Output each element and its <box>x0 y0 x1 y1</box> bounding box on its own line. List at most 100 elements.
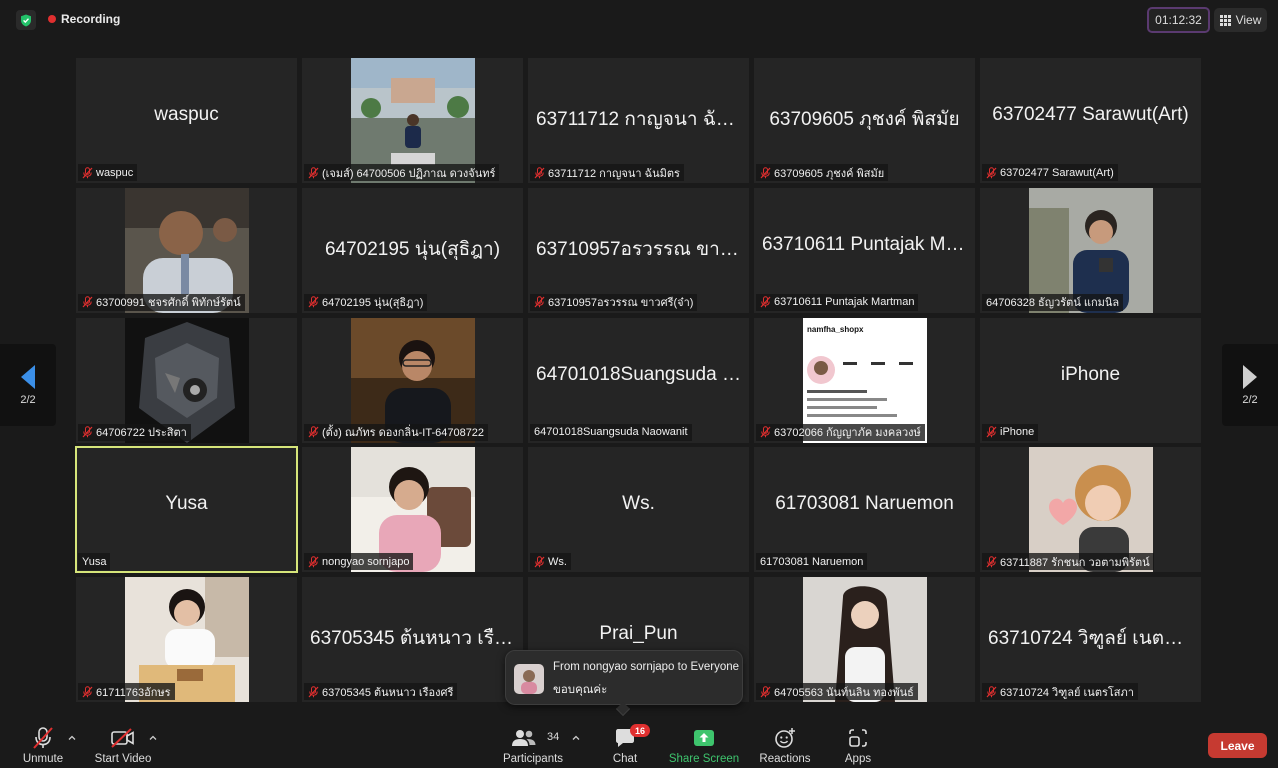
participant-name: iPhone <box>1000 426 1035 438</box>
participant-tile[interactable]: 61703081 Naruemon 61703081 Naruemon <box>754 447 975 573</box>
muted-microphone-icon <box>308 556 319 568</box>
muted-microphone-icon <box>760 685 771 697</box>
muted-microphone-icon <box>82 426 93 438</box>
participant-name-label: nongyao sornjapo <box>304 553 414 571</box>
participant-tile[interactable]: 63705345 ต้นหนาว เรืองศรี 63705345 ต้นหนา… <box>302 577 523 702</box>
participants-count: 34 <box>547 731 560 743</box>
participant-name: waspuc <box>96 166 134 179</box>
profile-handle: namfha_shopx <box>807 325 864 334</box>
arrow-right-icon <box>1243 365 1257 389</box>
muted-microphone-icon <box>308 426 319 438</box>
recording-indicator[interactable]: Recording <box>48 12 120 26</box>
participant-tile[interactable]: Ws. Ws. <box>528 447 749 573</box>
participant-name-label: waspuc <box>78 164 138 181</box>
participants-options-chevron-icon[interactable] <box>571 732 581 742</box>
previous-page-button[interactable]: 2/2 <box>0 344 56 426</box>
participant-name: 63710724 วิฑูลย์ เนตรโสภา <box>1000 686 1134 699</box>
participant-name-label: 63710724 วิฑูลย์ เนตรโสภา <box>982 683 1138 700</box>
meeting-timer: 01:12:32 <box>1147 7 1210 33</box>
participant-tile[interactable]: nongyao sornjapo <box>302 447 523 573</box>
participant-display-name: Prai_Pun <box>599 623 678 644</box>
muted-microphone-icon <box>534 166 545 178</box>
participant-display-name: Ws. <box>622 493 655 515</box>
participant-tile[interactable]: namfha_shopx 63702066 กัญญาภัค มงคลวงษ์ <box>754 317 975 443</box>
muted-microphone-icon <box>308 685 319 697</box>
start-video-button[interactable]: Start Video <box>92 716 154 768</box>
participant-tile[interactable]: 64705563 นันท์นลิน ทองพันธ์ <box>754 577 975 702</box>
participant-tile[interactable]: 63710611 Puntajak Martman 63710611 Puntaj… <box>754 187 975 313</box>
smiley-add-icon <box>774 726 796 750</box>
share-screen-label: Share Screen <box>668 753 740 765</box>
participant-name-label: 64706722 ประสิตา <box>78 423 191 441</box>
participant-display-name: Yusa <box>165 493 208 515</box>
participant-name: 64701018Suangsuda Naowanit <box>534 426 688 438</box>
participant-name: 63710957อรวรรณ ขาวศรี(จ๋า) <box>548 297 694 310</box>
participant-tile[interactable]: 64702195 นุ่น(สุธิฎา) 64702195 นุ่น(สุธิฎ… <box>302 187 523 313</box>
muted-microphone-icon <box>82 685 93 697</box>
participant-tile[interactable]: 63702477 Sarawut(Art) 63702477 Sarawut(Ar… <box>980 58 1201 183</box>
unmute-button[interactable]: Unmute <box>20 716 66 768</box>
muted-microphone-icon <box>308 296 319 308</box>
next-page-button[interactable]: 2/2 <box>1222 344 1278 426</box>
sender-avatar <box>514 664 544 694</box>
audio-options-chevron-icon[interactable] <box>67 732 77 742</box>
recording-label: Recording <box>61 12 121 26</box>
chat-button[interactable]: 16 Chat <box>604 716 650 768</box>
participant-name: 64702195 นุ่น(สุธิฎา) <box>322 297 424 310</box>
participant-tile[interactable]: 61711763อักษร <box>76 577 297 702</box>
participant-tile[interactable]: 64706722 ประสิตา <box>76 317 297 443</box>
participant-name-label: 64702195 นุ่น(สุธิฎา) <box>304 293 428 311</box>
muted-microphone-icon <box>534 556 545 568</box>
camera-off-icon <box>110 726 136 750</box>
muted-microphone-icon <box>986 426 997 438</box>
participant-name: 63710611 Puntajak Martman <box>774 296 915 309</box>
muted-microphone-icon <box>760 296 771 308</box>
chat-notification[interactable]: From nongyao sornjapo to Everyone ขอบคุณ… <box>505 650 743 717</box>
participant-name-label: Ws. <box>530 553 571 571</box>
unmute-label: Unmute <box>22 753 64 765</box>
participant-name-label: 63711887 รักชนก วอตามพิรัตน์ <box>982 553 1154 571</box>
participant-name: 64706328 ธัญวรัตน์ แกมนิล <box>986 297 1120 310</box>
participant-name-label: 64705563 นันท์นลิน ทองพันธ์ <box>756 683 918 700</box>
participant-display-name: 64702195 นุ่น(สุธิฎา) <box>324 238 501 260</box>
participant-tile[interactable]: 63709605 ภุชงค์ พิสมัย 63709605 ภุชงค์ พิ… <box>754 58 975 183</box>
participant-name: 61703081 Naruemon <box>760 555 864 568</box>
security-shield-icon[interactable] <box>16 10 36 30</box>
chat-unread-badge: 16 <box>630 724 650 737</box>
participant-tile[interactable]: (เจมส์) 64700506 ปฏิภาณ ดวงจันทร์ <box>302 58 523 183</box>
grid-icon <box>1219 14 1231 26</box>
participant-tile[interactable]: 64706328 ธัญวรัตน์ แกมนิล <box>980 187 1201 313</box>
participant-tile[interactable]: 63710724 วิฑูลย์ เนตรโสภา 63710724 วิฑูลย… <box>980 577 1201 702</box>
apps-label: Apps <box>844 753 872 765</box>
participants-icon <box>511 726 537 750</box>
participant-display-name: waspuc <box>154 104 219 125</box>
participant-tile[interactable]: 63711887 รักชนก วอตามพิรัตน์ <box>980 447 1201 573</box>
video-options-chevron-icon[interactable] <box>148 732 158 742</box>
page-indicator-left: 2/2 <box>20 394 36 406</box>
participant-tile[interactable]: iPhone iPhone <box>980 317 1201 443</box>
participant-tile[interactable]: 64701018Suangsuda Naowanit 64701018Suangs… <box>528 317 749 443</box>
participant-tile[interactable]: 63700991 ชจรศักดิ์ พิทักษ์รัตน์ <box>76 187 297 313</box>
leave-button[interactable]: Leave <box>1208 733 1267 758</box>
muted-microphone-icon <box>986 685 997 697</box>
participant-name: Yusa <box>82 555 107 568</box>
apps-button[interactable]: Apps <box>838 716 878 768</box>
participant-display-name: 63710724 วิฑูลย์ เนตรโสภา <box>988 628 1193 649</box>
participant-display-name: 63710611 Puntajak Martman <box>762 233 967 255</box>
muted-microphone-icon <box>534 296 545 308</box>
share-screen-button[interactable]: Share Screen <box>668 716 740 768</box>
participant-name-label: 63711712 กาญจนา ฉันมิตร <box>530 164 684 181</box>
view-label: View <box>1235 13 1262 27</box>
participant-tile[interactable]: waspuc waspuc <box>76 58 297 183</box>
microphone-muted-icon <box>32 726 54 750</box>
participant-tile[interactable]: (ตั้ง) ณภัทร ดองกลิ่น-IT-64708722 <box>302 317 523 443</box>
participant-display-name: 63702477 Sarawut(Art) <box>992 104 1189 125</box>
participant-tile[interactable]: Yusa Yusa <box>75 446 298 574</box>
participant-display-name: iPhone <box>1060 363 1121 385</box>
reactions-button[interactable]: Reactions <box>756 716 814 768</box>
participant-tile[interactable]: 63710957อรวรรณ ขาวศรี(จ๋า) 63710957อรวรรณ… <box>528 187 749 313</box>
view-button[interactable]: View <box>1214 8 1267 32</box>
meeting-window: Recording 01:12:32 View 2/2 2/2 waspuc wa… <box>0 0 1278 768</box>
participant-name-label: 63710957อรวรรณ ขาวศรี(จ๋า) <box>530 293 698 311</box>
participant-tile[interactable]: 63711712 กาญจนา ฉันมิตร 63711712 กาญจนา ฉ… <box>528 58 749 183</box>
